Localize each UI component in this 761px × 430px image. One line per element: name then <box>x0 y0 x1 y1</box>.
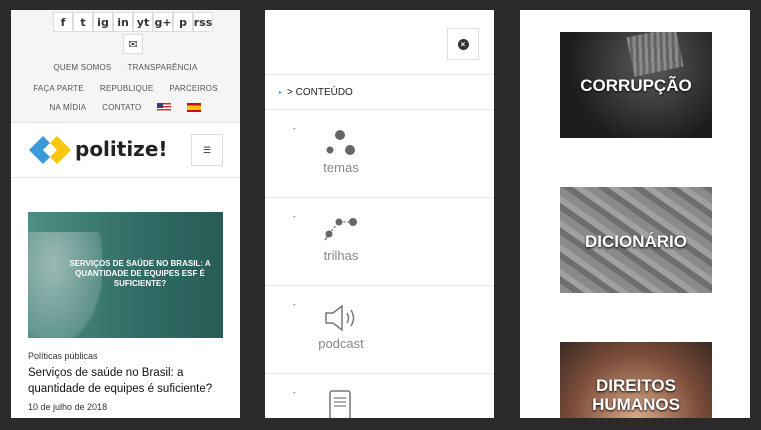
close-icon: × <box>457 38 469 50</box>
menu-faca-parte[interactable]: FAÇA PARTE <box>33 84 84 93</box>
instagram-icon[interactable]: ig <box>93 12 113 32</box>
article-category[interactable]: Políticas públicas <box>28 351 98 361</box>
trilhas-icon <box>324 218 357 241</box>
article-title[interactable]: Serviços de saúde no Brasil: a quantidad… <box>28 365 228 397</box>
menu-toggle-button[interactable]: ☰ <box>191 134 223 166</box>
section-marker-icon: ▸ <box>279 90 283 96</box>
tile-corrupcao[interactable]: CORRUPÇÃO <box>560 32 712 138</box>
menu-item-ebook[interactable]: - <box>265 374 494 418</box>
menu-item-temas[interactable]: - temas <box>265 110 494 198</box>
item-bullet: - <box>293 124 296 133</box>
spanish-flag-icon[interactable] <box>187 103 202 112</box>
item-label: trilhas <box>323 248 359 263</box>
social-bar: f t ig in yt g+ p rss <box>53 12 213 32</box>
section-label: > CONTEÚDO <box>287 87 353 98</box>
top-menu-row-1: QUEM SOMOS TRANSPARÊNCIA <box>11 63 240 72</box>
googleplus-icon[interactable]: g+ <box>153 12 173 32</box>
menu-icon: ☰ <box>202 144 212 155</box>
item-bullet: - <box>293 212 296 221</box>
ebook-icon <box>329 390 351 418</box>
home-panel: f t ig in yt g+ p rss ✉ QUEM SOMOS TRANS… <box>11 10 240 418</box>
thumbnail-caption: SERVIÇOS DE SAÚDE NO BRASIL: A QUANTIDAD… <box>69 259 211 288</box>
top-menu-row-2: FAÇA PARTE REPUBLIQUE PARCEIROS <box>11 84 240 93</box>
facebook-icon[interactable]: f <box>53 12 73 32</box>
article-thumbnail[interactable]: SERVIÇOS DE SAÚDE NO BRASIL: A QUANTIDAD… <box>28 212 223 338</box>
site-logo-text[interactable]: politize! <box>75 137 168 161</box>
item-bullet: - <box>293 388 296 397</box>
item-label: podcast <box>318 336 364 351</box>
menu-transparencia[interactable]: TRANSPARÊNCIA <box>127 63 197 72</box>
temas-icon <box>326 130 355 155</box>
tile-dicionario[interactable]: DICIONÁRIO <box>560 187 712 293</box>
youtube-icon[interactable]: yt <box>133 12 153 32</box>
pinterest-icon[interactable]: p <box>173 12 193 32</box>
podcast-icon <box>325 304 355 332</box>
item-bullet: - <box>293 300 296 309</box>
tile-label: DIREITOS HUMANOS <box>592 376 680 414</box>
conteudo-section[interactable]: ▸ > CONTEÚDO <box>265 74 494 110</box>
top-menu-row-3: NA MÍDIA CONTATO <box>11 103 240 112</box>
tile-label: CORRUPÇÃO <box>580 76 692 95</box>
english-flag-icon[interactable] <box>157 103 172 112</box>
politize-logo-icon[interactable] <box>29 135 71 165</box>
article-card: SERVIÇOS DE SAÚDE NO BRASIL: A QUANTIDAD… <box>11 178 240 418</box>
menu-contato[interactable]: CONTATO <box>102 103 141 112</box>
menu-item-podcast[interactable]: - podcast <box>265 286 494 374</box>
twitter-icon[interactable]: t <box>73 12 93 32</box>
linkedin-icon[interactable]: in <box>113 12 133 32</box>
tile-direitos-humanos[interactable]: DIREITOS HUMANOS <box>560 342 712 418</box>
menu-item-trilhas[interactable]: - trilhas <box>265 198 494 286</box>
menu-republique[interactable]: REPUBLIQUE <box>100 84 154 93</box>
item-label: temas <box>323 160 359 175</box>
article-date: 10 de julho de 2018 <box>28 402 108 412</box>
rss-icon[interactable]: rss <box>193 12 213 32</box>
close-menu-button[interactable]: × <box>447 28 479 60</box>
menu-parceiros[interactable]: PARCEIROS <box>169 84 217 93</box>
site-header: politize! ☰ <box>11 122 240 178</box>
tile-photo <box>626 32 684 77</box>
mail-icon[interactable]: ✉ <box>123 34 143 54</box>
content-menu-panel: × ▸ > CONTEÚDO - temas - trilhas - podca… <box>265 10 494 418</box>
tile-label: DICIONÁRIO <box>585 232 687 251</box>
menu-quem-somos[interactable]: QUEM SOMOS <box>53 63 111 72</box>
menu-na-midia[interactable]: NA MÍDIA <box>50 103 87 112</box>
topics-panel: CORRUPÇÃO DICIONÁRIO DIREITOS HUMANOS <box>520 10 750 418</box>
